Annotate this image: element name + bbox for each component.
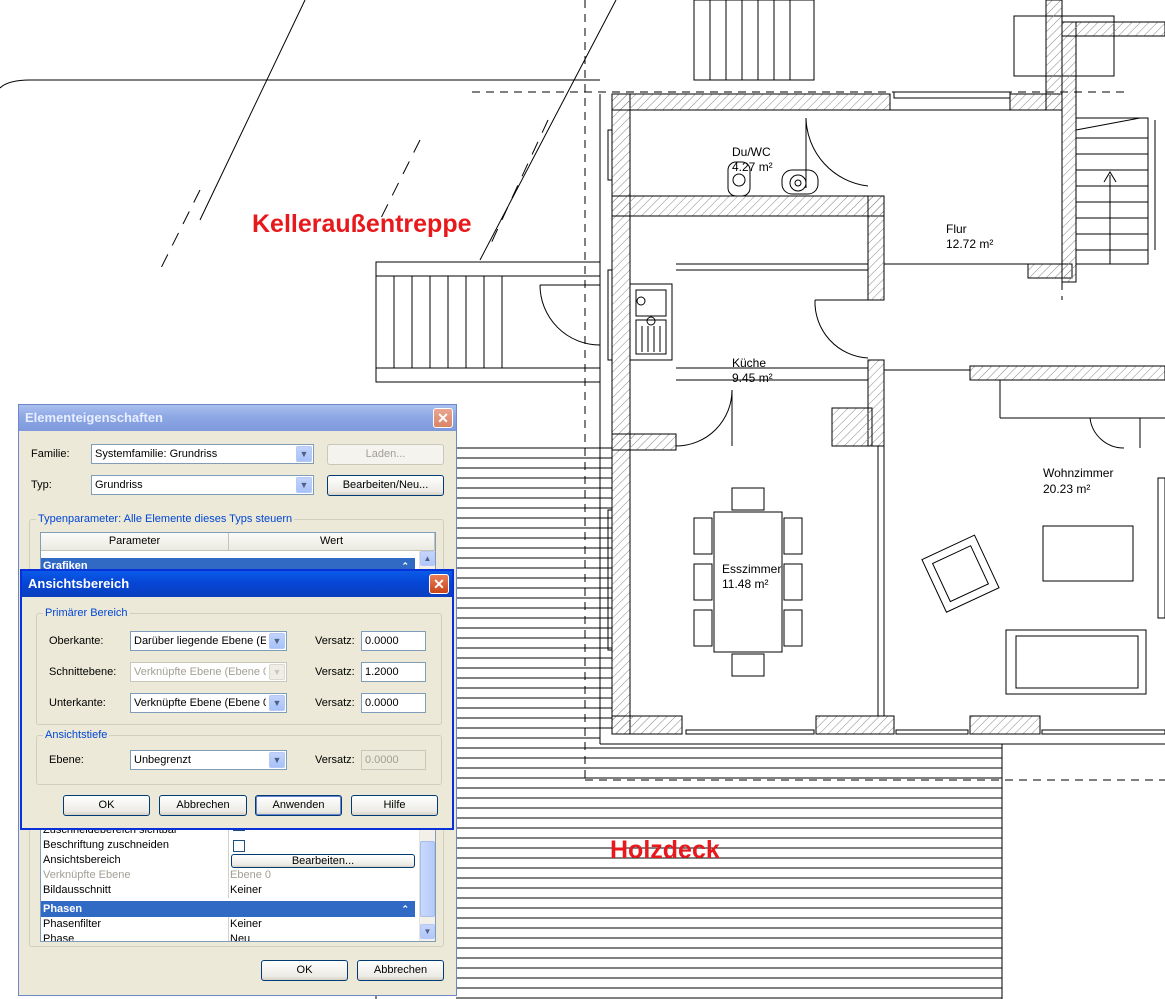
kitchen-sink <box>629 283 673 361</box>
oberkante-value: Darüber liegende Ebene (Ebene 1) <box>134 635 266 647</box>
col-header-parameter[interactable]: Parameter <box>41 533 229 551</box>
room-name-flur: Flur <box>946 222 967 236</box>
param-name: Ansichtsbereich <box>43 854 121 866</box>
close-icon[interactable]: ✕ <box>429 574 449 594</box>
table-row[interactable]: Beschriftung zuschneiden <box>41 838 415 853</box>
table-row[interactable]: Ansichtsbereich Bearbeiten... <box>41 853 415 868</box>
ebene-select[interactable]: Unbegrenzt ▼ <box>130 750 287 770</box>
versatz-label-ebene: Versatz: <box>315 754 355 766</box>
oberkante-select[interactable]: Darüber liegende Ebene (Ebene 1) ▼ <box>130 631 287 651</box>
element-cancel-button[interactable]: Abbrechen <box>357 960 444 981</box>
param-name: Beschriftung zuschneiden <box>43 839 169 851</box>
typ-label: Typ: <box>31 479 52 491</box>
scroll-up-icon[interactable]: ▲ <box>420 551 435 566</box>
schnittebene-label: Schnittebene: <box>49 666 117 678</box>
label-kellertreppe: Kelleraußentreppe <box>252 210 472 238</box>
laden-button[interactable]: Laden... <box>327 444 444 465</box>
view-range-title: Ansichtsbereich <box>28 576 130 591</box>
ansichtsbereich-edit-button[interactable]: Bearbeiten... <box>231 854 415 868</box>
ebene-label: Ebene: <box>49 754 84 766</box>
typparameter-group-title: Typenparameter: Alle Elemente dieses Typ… <box>36 512 295 526</box>
table-row[interactable]: Phase Neu <box>41 932 415 942</box>
ebene-offset-input[interactable]: 0.0000 <box>361 750 426 770</box>
param-value: Neu <box>230 933 251 942</box>
right-stairs <box>1075 117 1156 265</box>
room-area-kueche: 9.45 m² <box>732 371 773 385</box>
familie-value: Systemfamilie: Grundriss <box>95 448 218 460</box>
view-range-ok-button[interactable]: OK <box>63 795 150 816</box>
cellar-stair <box>375 261 601 383</box>
schnittebene-value: Verknüpfte Ebene (Ebene 0) <box>134 666 266 678</box>
view-range-cancel-button[interactable]: Abbrechen <box>159 795 247 816</box>
living-furniture <box>921 477 1165 695</box>
oberkante-label: Oberkante: <box>49 635 104 647</box>
table-row[interactable]: Bildausschnitt Keiner <box>41 883 415 898</box>
table-row[interactable]: Verknüpfte Ebene Ebene 0 <box>41 868 415 883</box>
param-name: Bildausschnitt <box>43 884 111 896</box>
room-name-kueche: Küche <box>732 356 767 370</box>
param-name: Verknüpfte Ebene <box>43 869 131 881</box>
view-depth-title: Ansichtstiefe <box>43 728 110 742</box>
oberkante-offset-input[interactable]: 0.0000 <box>361 631 426 651</box>
col-header-wert[interactable]: Wert <box>229 533 435 551</box>
familie-label: Familie: <box>31 448 70 460</box>
typ-select[interactable]: Grundriss ▼ <box>91 475 314 495</box>
room-name-wohnzimmer: Wohnzimmer <box>1043 466 1114 480</box>
bearbeiten-neu-button[interactable]: Bearbeiten/Neu... <box>327 475 444 496</box>
scroll-down-icon[interactable]: ▼ <box>420 924 435 939</box>
element-properties-titlebar[interactable]: Elementeigenschaften ✕ <box>19 405 456 431</box>
dashed-reference-lines <box>472 0 1165 781</box>
versatz-label-schnittebene: Versatz: <box>315 666 355 678</box>
room-name-duwc: Du/WC <box>732 145 771 159</box>
room-name-esszimmer: Esszimmer <box>722 562 782 576</box>
wood-deck <box>375 447 1003 999</box>
param-value: Keiner <box>230 918 262 930</box>
view-range-dialog: Ansichtsbereich ✕ Primärer Bereich Oberk… <box>20 569 454 830</box>
category-phasen[interactable]: Phasen ⌃ <box>41 901 415 917</box>
ebene-value: Unbegrenzt <box>134 754 191 766</box>
versatz-label-unterkante: Versatz: <box>315 697 355 709</box>
room-area-duwc: 4.27 m² <box>732 160 773 174</box>
schnittebene-offset-input[interactable]: 1.2000 <box>361 662 426 682</box>
typ-value: Grundriss <box>95 479 143 491</box>
chevron-down-icon[interactable]: ▼ <box>269 633 285 649</box>
element-properties-title: Elementeigenschaften <box>25 410 163 425</box>
unterkante-select[interactable]: Verknüpfte Ebene (Ebene 0) ▼ <box>130 693 287 713</box>
unterkante-value: Verknüpfte Ebene (Ebene 0) <box>134 697 266 709</box>
dashed-terrain <box>159 119 549 271</box>
label-holzdeck: Holzdeck <box>610 836 720 864</box>
schnittebene-select[interactable]: Verknüpfte Ebene (Ebene 0) ▼ <box>130 662 287 682</box>
table-row[interactable]: Phasenfilter Keiner <box>41 917 415 932</box>
familie-select[interactable]: Systemfamilie: Grundriss ▼ <box>91 444 314 464</box>
collapse-icon[interactable]: ⌃ <box>401 901 409 917</box>
close-icon[interactable]: ✕ <box>433 408 453 428</box>
unterkante-offset-input[interactable]: 0.0000 <box>361 693 426 713</box>
chevron-down-icon[interactable]: ▼ <box>269 752 285 768</box>
versatz-label-oberkante: Versatz: <box>315 635 355 647</box>
room-area-flur: 12.72 m² <box>946 237 994 251</box>
chevron-down-icon[interactable]: ▼ <box>296 446 312 462</box>
view-range-titlebar[interactable]: Ansichtsbereich ✕ <box>22 571 452 597</box>
param-value: Keiner <box>230 884 262 896</box>
view-range-help-button[interactable]: Hilfe <box>351 795 438 816</box>
param-name: Phase <box>43 933 75 942</box>
element-ok-button[interactable]: OK <box>261 960 348 981</box>
room-area-esszimmer: 11.48 m² <box>722 577 769 591</box>
chevron-down-icon[interactable]: ▼ <box>296 477 312 493</box>
primary-range-title: Primärer Bereich <box>43 606 130 620</box>
param-name: Phasenfilter <box>43 918 102 930</box>
checkbox-beschriftung-zuschneiden[interactable] <box>233 840 245 852</box>
scroll-thumb[interactable] <box>420 841 435 917</box>
chevron-down-icon[interactable]: ▼ <box>269 664 285 680</box>
room-area-wohnzimmer: 20.23 m² <box>1043 482 1091 496</box>
chevron-down-icon[interactable]: ▼ <box>269 695 285 711</box>
category-phasen-label: Phasen <box>43 903 83 915</box>
unterkante-label: Unterkante: <box>49 697 106 709</box>
param-value: Ebene 0 <box>230 869 271 881</box>
view-range-apply-button[interactable]: Anwenden <box>255 795 342 816</box>
